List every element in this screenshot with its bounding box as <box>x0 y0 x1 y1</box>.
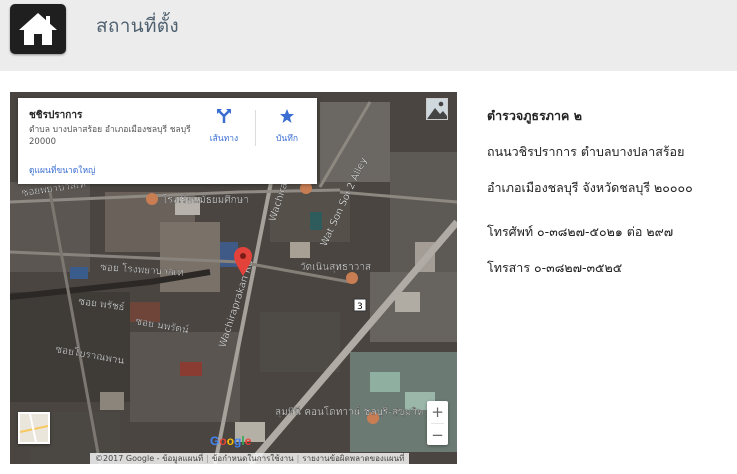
place-address: ตำบล บางปลาสร้อย อำเภอเมืองชลบุรี ชลบุรี… <box>29 125 191 147</box>
save-label: บันทึก <box>276 134 298 144</box>
phone-number: โทรศัพท์ ๐-๓๘๒๗-๕๐๒๑ ต่อ ๒๙๗ <box>487 224 674 239</box>
home-icon <box>19 13 57 45</box>
map-label-school: โรงเรียนมัธยมศึกษา <box>162 193 249 206</box>
place-name: ชชิรปราการ <box>29 110 83 121</box>
office-name: ตำรวจภูธรภาค ๒ <box>487 108 582 123</box>
minimap-thumbnail[interactable] <box>18 412 50 444</box>
home-button[interactable] <box>10 4 66 54</box>
copyright-text: ©2017 Google - ข้อมูลแผนที่ <box>95 454 204 463</box>
page-title: สถานที่ตั้ง <box>96 15 179 37</box>
terms-link[interactable]: ข้อกำหนดในการใช้งาน <box>209 454 297 463</box>
street-address: ถนนวชิรปราการ ตำบลบางปลาสร้อย <box>487 144 685 159</box>
route-badge-label: 3 <box>357 302 363 312</box>
map-label-mall: ลุมพินี คอนโดทาวน์ ชลบุรี-สุขุมวิท <box>275 405 424 418</box>
directions-label: เส้นทาง <box>209 134 239 144</box>
directions-icon <box>217 109 231 123</box>
zoom-out-button[interactable]: − <box>427 424 448 446</box>
district-address: อำเภอเมืองชลบุรี จังหวัดชลบุรี ๒๐๐๐๐ <box>487 180 693 195</box>
header-bar: สถานที่ตั้ง <box>0 0 737 71</box>
fax-number: โทรสาร ๐-๓๘๒๗-๓๕๒๕ <box>487 260 623 275</box>
save-button[interactable]: บันทึก <box>262 108 312 145</box>
place-info-card: ชชิรปราการ ตำบล บางปลาสร้อย อำเภอเมืองชล… <box>18 98 317 184</box>
star-icon <box>280 109 294 123</box>
map-attribution: ©2017 Google - ข้อมูลแผนที่ | ข้อกำหนดในกา… <box>90 453 410 464</box>
google-logo: Google <box>210 434 252 448</box>
zoom-control: + − <box>427 401 448 445</box>
zoom-in-button[interactable]: + <box>427 401 448 423</box>
open-in-maps-button[interactable] <box>426 98 448 120</box>
view-larger-map-link[interactable]: ดูแผนที่ขนาดใหญ่ <box>29 163 95 177</box>
report-error-link[interactable]: รายงานข้อผิดพลาดของแผนที่ <box>299 454 407 463</box>
landscape-icon <box>427 99 447 119</box>
directions-button[interactable]: เส้นทาง <box>204 108 244 145</box>
map-view[interactable]: โรงเรียนมัธยมศึกษา ซอยพยาบาลเท ซอย โรงพย… <box>10 92 457 464</box>
infocard-divider <box>255 110 256 146</box>
map-label-wat: วัดเนินสุทธาวาส <box>300 262 371 273</box>
map-layer-icon <box>19 413 49 443</box>
